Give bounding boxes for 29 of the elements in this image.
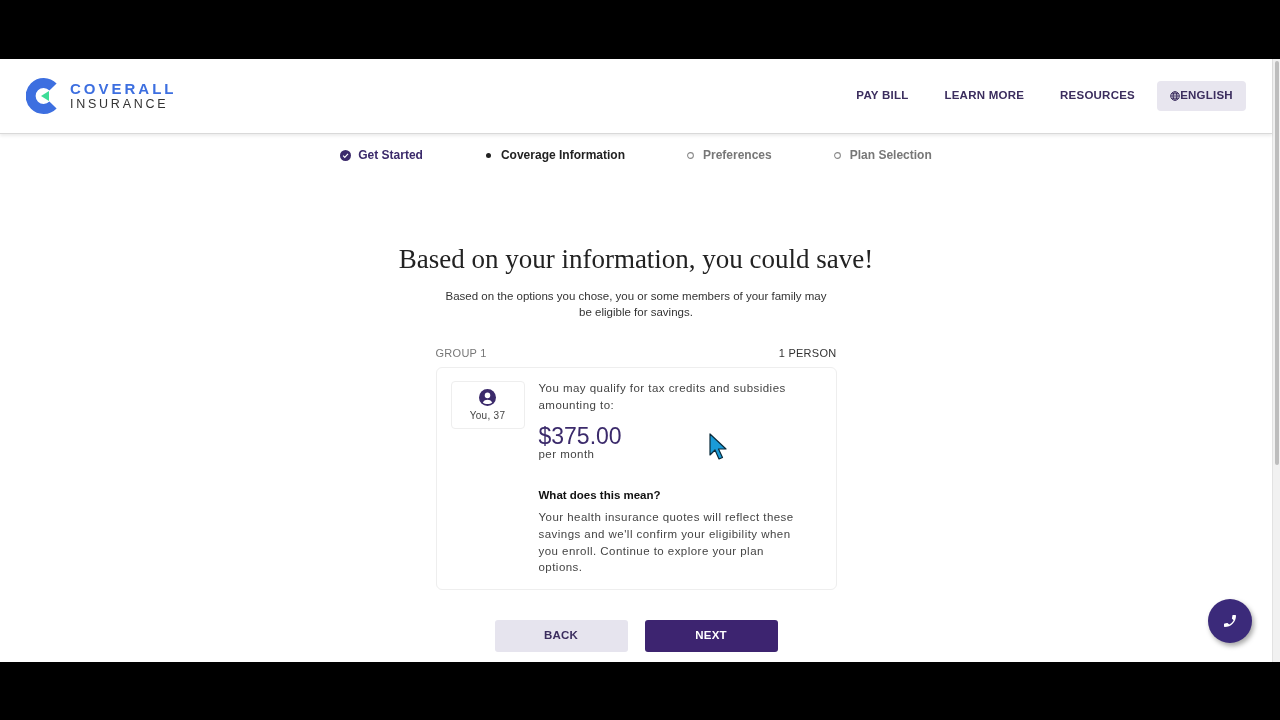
globe-icon: [1170, 91, 1181, 101]
phone-icon: [1222, 613, 1238, 629]
step-label[interactable]: Plan Selection: [849, 146, 932, 164]
step-label[interactable]: Coverage Information: [500, 146, 625, 164]
explanation-text: Your health insurance quotes will reflect these savings and we'll confirm your eligibility when you enroll. Continue to explore your plan options.: [538, 510, 795, 576]
amount-period: per month: [538, 448, 595, 460]
member-label: You, 37: [469, 410, 506, 422]
scrollbar[interactable]: [1272, 59, 1280, 662]
savings-amount: $375.00: [538, 424, 622, 448]
mouse-cursor-icon: [709, 433, 728, 460]
person-icon: [479, 389, 496, 406]
page-heading: Based on your information, you could save!: [398, 243, 874, 275]
qualify-text: You may qualify for tax credits and subsidies amounting to:: [538, 381, 787, 413]
group-count: 1 PERSON: [778, 345, 837, 361]
language-button[interactable]: ENGLISH: [1157, 81, 1246, 111]
nav-link[interactable]: LEARN MORE: [930, 79, 1039, 113]
back-button[interactable]: BACK: [494, 620, 628, 652]
logo-tagline: INSURANCE: [70, 97, 170, 111]
step-label[interactable]: Preferences: [703, 146, 772, 164]
logo-wordmark: COVERALL: [70, 81, 177, 97]
step-label[interactable]: Get Started: [358, 146, 423, 164]
intro-text: Based on the options you chose, you or some members of your family may be eligible for savings.: [444, 289, 828, 320]
scrollbar-thumb[interactable]: [1274, 61, 1279, 465]
nav-link[interactable]: RESOURCES: [1046, 79, 1149, 113]
nav-link[interactable]: PAY BILL: [842, 79, 923, 113]
call-button[interactable]: [1208, 599, 1252, 643]
group-label: GROUP 1: [435, 345, 487, 361]
next-button[interactable]: NEXT: [644, 620, 778, 652]
explanation-title: What does this mean?: [538, 488, 661, 503]
